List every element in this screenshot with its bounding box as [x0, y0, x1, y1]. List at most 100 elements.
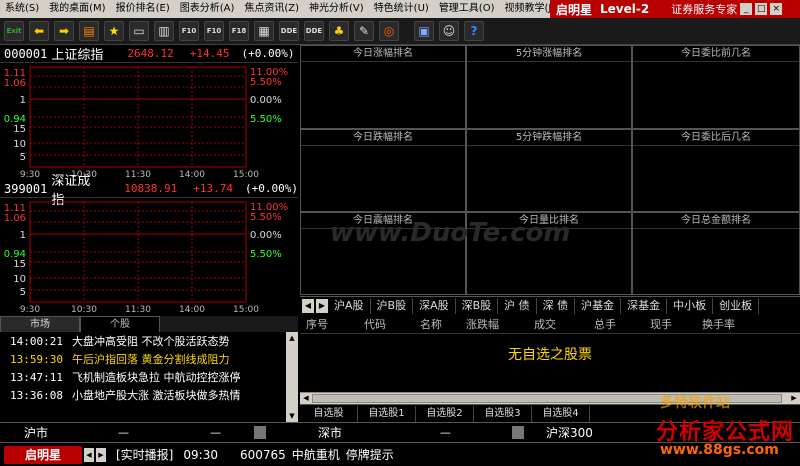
rank-cell-amount[interactable]: 今日总金额排名 [632, 212, 800, 295]
news-scrollbar[interactable]: ▲ ▼ [286, 332, 298, 422]
rank-cell-down[interactable]: 今日跌幅排名 [300, 129, 466, 212]
scroll-up-icon[interactable]: ▲ [286, 332, 298, 344]
menu-chart-analysis[interactable]: 图表分析(A) [175, 0, 240, 18]
grid-icon[interactable]: ▦ [254, 21, 274, 41]
help-icon[interactable]: ? [464, 21, 484, 41]
scroll-right-icon[interactable]: ▶ [788, 393, 800, 404]
chart-icon[interactable]: ▥ [154, 21, 174, 41]
star-icon[interactable]: ★ [104, 21, 124, 41]
market-tab[interactable]: 沪A股 [328, 297, 371, 314]
index-header-sz[interactable]: 399001 深证成指 10838.91 +13.74 (+0.00%) [0, 174, 298, 208]
pen-icon[interactable]: ✎ [354, 21, 374, 41]
column-header[interactable]: 涨跌幅 [460, 316, 528, 332]
rank-cell-up[interactable]: 今日涨幅排名 [300, 45, 466, 129]
market-tab[interactable]: 深A股 [413, 297, 456, 314]
news-item[interactable]: 13:59:30 午后沪指回落 黄金分割线成阻力 [0, 350, 286, 368]
tab-next-icon[interactable]: ▶ [316, 298, 328, 313]
dde-icon[interactable]: DDE [279, 21, 299, 41]
forward-arrow-icon[interactable]: ➡ [54, 21, 74, 41]
index-price: 10838.91 [124, 182, 178, 195]
broadcast-prev-icon[interactable]: ◀ [84, 447, 94, 462]
monitor-icon[interactable]: ▭ [129, 21, 149, 41]
index-chart-sz[interactable]: 1.11 1.06 1 0.94 15 10 5 11.00% 5.50% 0.00% 5.50% 9… [0, 198, 298, 314]
column-header[interactable]: 代码 [358, 316, 414, 332]
rank-cell-5min-down[interactable]: 5分钟跌幅排名 [466, 129, 632, 212]
ranking-grid: 今日涨幅排名 5分钟涨幅排名 今日委比前几名 今日跌幅排名 5分钟跌幅排名 今日… [300, 45, 800, 295]
watchlist-tab[interactable]: 自选股4 [532, 405, 590, 422]
watchlist-tab[interactable]: 自选股2 [416, 405, 474, 422]
column-header[interactable]: 总手 [588, 316, 644, 332]
market-tab[interactable]: 沪 债 [498, 297, 537, 314]
column-header[interactable]: 序号 [300, 316, 358, 332]
y-tick-label: 5 [20, 152, 26, 163]
news-item[interactable]: 13:47:11 飞机制造板块急拉 中航动控控涨停 [0, 368, 286, 386]
news-item[interactable]: 14:00:21 大盘冲高受阻 不改个股活跃态势 [0, 332, 286, 350]
market-tab[interactable]: 中小板 [667, 297, 714, 314]
menu-focus-news[interactable]: 焦点资讯(Z) [239, 0, 304, 18]
menu-shenguang-analysis[interactable]: 神光分析(V) [304, 0, 369, 18]
close-button[interactable]: × [770, 3, 783, 15]
rank-cell-bid-top[interactable]: 今日委比前几名 [632, 45, 800, 129]
broadcast-stock-name: 中航重机 [291, 448, 340, 462]
index-name: 上证综指 [51, 48, 104, 63]
index-chart-sh[interactable]: 1.11 1.06 1 0.94 15 10 5 11.00% 5.50% 0.00% 5.50% 9… [0, 63, 298, 179]
people-icon[interactable]: ☺ [439, 21, 459, 41]
dde-icon-2[interactable]: DDE [304, 21, 324, 41]
sz-indicator [512, 426, 524, 439]
intraday-chart[interactable]: 1.111.0610.941510511.00%5.50%0.00%5.50%9… [0, 198, 298, 314]
broadcast-next-icon[interactable]: ▶ [96, 447, 106, 462]
rank-cell-bid-bottom[interactable]: 今日委比后几名 [632, 129, 800, 212]
market-tab[interactable]: 沪基金 [575, 297, 622, 314]
brand-level: Level-2 [600, 2, 650, 16]
exit-icon[interactable]: Exit [4, 21, 24, 41]
minimize-button[interactable]: _ [740, 3, 753, 15]
pct-tick-label: 5.50% [250, 212, 282, 223]
market-tab[interactable]: 深B股 [456, 297, 499, 314]
market-tab[interactable]: 沪B股 [371, 297, 414, 314]
f18-icon[interactable]: F18 [229, 21, 249, 41]
duote-watermark: www.DuoTe.com [330, 218, 571, 248]
watermark-url: www.88gs.com [660, 442, 779, 458]
maximize-button[interactable]: □ [755, 3, 768, 15]
market-tab[interactable]: 深基金 [621, 297, 668, 314]
f10-icon-2[interactable]: F10 [204, 21, 224, 41]
target-icon[interactable]: ◎ [379, 21, 399, 41]
sz-market-label: 深市 [318, 426, 343, 440]
index-header-sh[interactable]: 000001 上证综指 2648.12 +14.45 (+0.00%) [0, 45, 298, 63]
column-header[interactable]: 名称 [414, 316, 460, 332]
menu-special-stats[interactable]: 特色统计(U) [369, 0, 434, 18]
menu-my-desktop[interactable]: 我的桌面(M) [44, 0, 110, 18]
column-header[interactable]: 换手率 [696, 316, 756, 332]
news-item[interactable]: 13:36:08 小盘地产股大涨 激活板块做多热情 [0, 386, 286, 404]
watchlist-tab[interactable]: 自选股 [300, 405, 358, 422]
menu-system[interactable]: 系统(S) [0, 0, 44, 18]
back-arrow-icon[interactable]: ⬅ [29, 21, 49, 41]
column-header[interactable]: 现手 [644, 316, 696, 332]
stock-user-icon[interactable]: ♣ [329, 21, 349, 41]
rank-title: 今日涨幅排名 [301, 46, 465, 62]
time-tick-label: 14:00 [179, 170, 205, 179]
watchlist-tab[interactable]: 自选股3 [474, 405, 532, 422]
tab-stock[interactable]: 个股 [80, 316, 160, 332]
scroll-down-icon[interactable]: ▼ [286, 410, 298, 422]
tab-prev-icon[interactable]: ◀ [302, 298, 314, 313]
pct-tick-label: 5.50% [250, 249, 282, 260]
f10-icon[interactable]: F10 [179, 21, 199, 41]
tab-market[interactable]: 市场 [0, 316, 80, 332]
market-tab[interactable]: 深 债 [537, 297, 576, 314]
shsz300-label: 沪深300 [546, 426, 593, 440]
time-tick-label: 15:00 [233, 305, 259, 314]
screen-icon[interactable]: ▣ [414, 21, 434, 41]
rank-title: 今日委比前几名 [633, 46, 799, 62]
watchlist-tab[interactable]: 自选股1 [358, 405, 416, 422]
rank-title: 今日跌幅排名 [301, 130, 465, 146]
column-header[interactable]: 成交 [528, 316, 588, 332]
menu-quote-ranking[interactable]: 报价排名(E) [111, 0, 175, 18]
intraday-chart[interactable]: 1.111.0610.941510511.00%5.50%0.00%5.50%9… [0, 63, 298, 179]
menu-management-tools[interactable]: 管理工具(O) [434, 0, 500, 18]
market-tab[interactable]: 创业板 [713, 297, 760, 314]
rank-cell-5min-up[interactable]: 5分钟涨幅排名 [466, 45, 632, 129]
y-tick-label: 5 [20, 287, 26, 298]
scroll-left-icon[interactable]: ◀ [300, 393, 312, 404]
quote-icon[interactable]: ▤ [79, 21, 99, 41]
